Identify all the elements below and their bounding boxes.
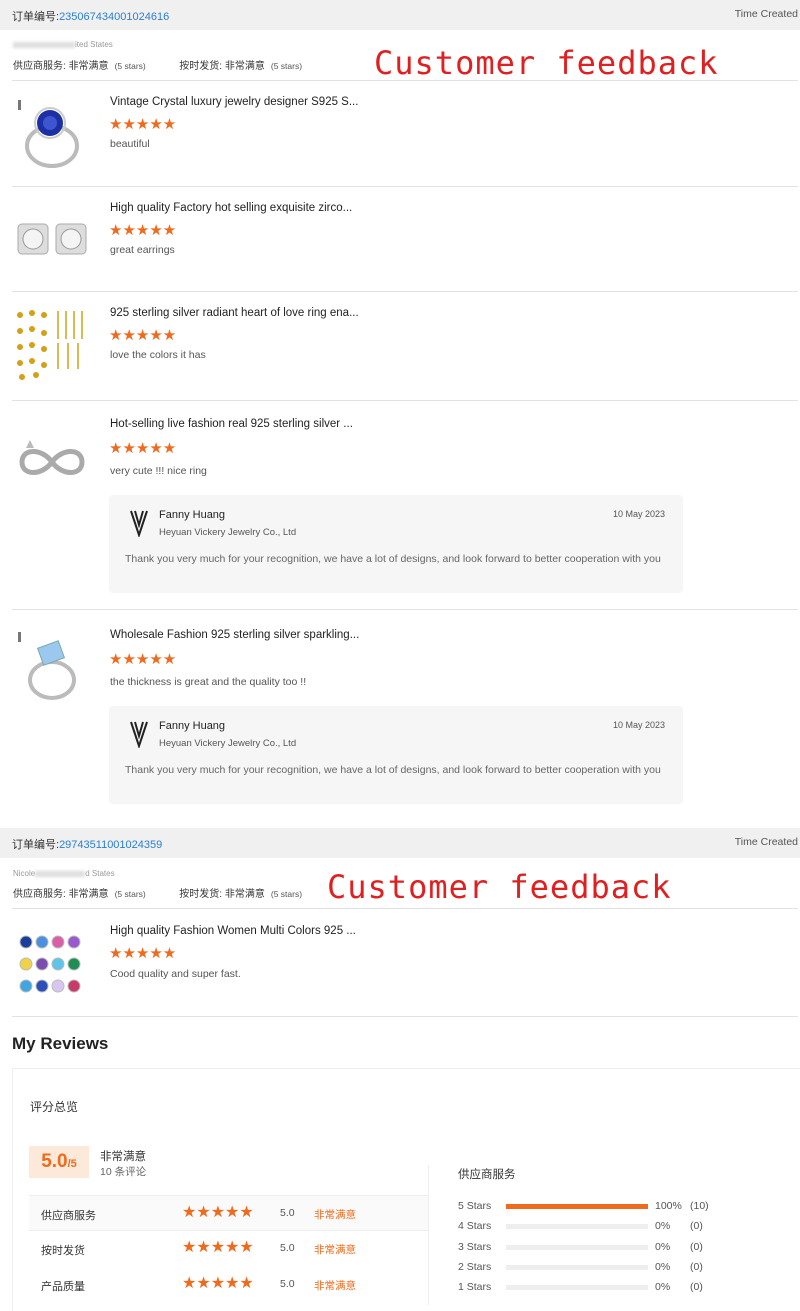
product-title[interactable]: 925 sterling silver radiant heart of lov… bbox=[110, 307, 359, 319]
divider bbox=[12, 400, 798, 401]
product-image-earrings[interactable] bbox=[12, 200, 92, 280]
distribution-label: 5 Stars bbox=[458, 1200, 492, 1212]
distribution-bar bbox=[506, 1265, 648, 1270]
product-title[interactable]: High quality Factory hot selling exquisi… bbox=[110, 202, 352, 214]
order-header: 订单编号:29743511001024359 Time Created bbox=[0, 828, 800, 858]
distribution-label: 2 Stars bbox=[458, 1261, 492, 1273]
product-title[interactable]: Vintage Crystal luxury jewelry designer … bbox=[110, 96, 358, 108]
time-created-label: Time Created bbox=[734, 8, 798, 20]
order-number-label: 订单编号:29743511001024359 bbox=[12, 839, 163, 851]
distribution-title: 供应商服务 bbox=[458, 1169, 516, 1181]
distribution-row: 3 Stars 0% (0) bbox=[458, 1241, 758, 1255]
star-rating: ★★★★★ bbox=[109, 222, 177, 239]
product-title[interactable]: High quality Fashion Women Multi Colors … bbox=[110, 925, 356, 937]
distribution-percent: 100% bbox=[655, 1200, 682, 1212]
rating-overview-title: 评分总览 bbox=[30, 1100, 79, 1114]
order-ratings: 供应商服务: 非常满意 (5 stars) 按时发货: 非常满意 (5 stars) bbox=[13, 889, 303, 900]
overall-score-badge: 5.0/5 bbox=[29, 1146, 89, 1178]
order-header: 订单编号:235067434001024616 Time Created bbox=[0, 0, 800, 30]
star-rating: ★★★★★ bbox=[182, 1204, 254, 1221]
distribution-label: 1 Stars bbox=[458, 1281, 492, 1293]
distribution-bar bbox=[506, 1285, 648, 1290]
customer-feedback-annotation: Customer feedback bbox=[327, 868, 672, 906]
divider bbox=[12, 80, 798, 81]
buyer-info: Nicole d States bbox=[13, 869, 115, 878]
divider bbox=[428, 1165, 429, 1305]
seller-reply: Fanny Huang Heyuan Vickery Jewelry Co., … bbox=[109, 495, 683, 593]
seller-reply: Fanny Huang Heyuan Vickery Jewelry Co., … bbox=[109, 706, 683, 804]
order-number-link[interactable]: 235067434001024616 bbox=[59, 11, 169, 23]
star-rating: ★★★★★ bbox=[182, 1239, 254, 1256]
product-image-heart-earrings[interactable] bbox=[12, 303, 92, 383]
star-rating: ★★★★★ bbox=[109, 945, 177, 962]
feedback-text: very cute !!! nice ring bbox=[110, 465, 207, 477]
product-title[interactable]: Hot-selling live fashion real 925 sterli… bbox=[110, 418, 353, 430]
distribution-label: 4 Stars bbox=[458, 1220, 492, 1232]
order-ratings: 供应商服务: 非常满意 (5 stars) 按时发货: 非常满意 (5 stars) bbox=[13, 61, 303, 72]
my-reviews-title: My Reviews bbox=[12, 1034, 109, 1053]
star-rating: ★★★★★ bbox=[109, 327, 177, 344]
distribution-percent: 0% bbox=[655, 1281, 671, 1293]
feedback-text: beautiful bbox=[110, 138, 150, 150]
distribution-row: 5 Stars 100% (10) bbox=[458, 1200, 758, 1214]
distribution-count: (10) bbox=[690, 1200, 709, 1212]
distribution-bar bbox=[506, 1224, 648, 1229]
divider bbox=[12, 186, 798, 187]
product-title[interactable]: Wholesale Fashion 925 sterling silver sp… bbox=[110, 629, 359, 641]
star-rating: ★★★★★ bbox=[109, 440, 177, 457]
divider bbox=[12, 908, 798, 909]
feedback-text: great earrings bbox=[110, 244, 175, 256]
feedback-text: love the colors it has bbox=[110, 349, 206, 361]
product-image-aquamarine-ring[interactable] bbox=[12, 628, 92, 708]
distribution-bar bbox=[506, 1245, 648, 1250]
overall-satisfaction: 非常满意 bbox=[100, 1151, 146, 1163]
star-rating: ★★★★★ bbox=[182, 1275, 254, 1292]
divider bbox=[12, 291, 798, 292]
distribution-bar-fill bbox=[506, 1204, 648, 1209]
reply-date: 10 May 2023 bbox=[612, 509, 665, 519]
reply-company: Heyuan Vickery Jewelry Co., Ltd bbox=[159, 738, 297, 749]
order-number-label: 订单编号:235067434001024616 bbox=[12, 11, 170, 23]
distribution-percent: 0% bbox=[655, 1220, 671, 1232]
rating-row-supplier-service: 供应商服务 ★★★★★ 5.0 非常满意 bbox=[29, 1195, 429, 1231]
feedback-text: the thickness is great and the quality t… bbox=[110, 676, 307, 688]
product-image-cat-ring[interactable] bbox=[12, 418, 92, 498]
reply-text: Thank you very much for your recognition… bbox=[125, 553, 661, 565]
rating-row-product-quality: 产品质量 ★★★★★ 5.0 非常满意 bbox=[41, 1275, 356, 1294]
distribution-count: (0) bbox=[690, 1261, 703, 1273]
reply-author: Fanny Huang bbox=[159, 509, 226, 521]
star-rating: ★★★★★ bbox=[109, 651, 177, 668]
customer-feedback-annotation: Customer feedback bbox=[374, 44, 719, 82]
rating-row-on-time-delivery: 按时发货 ★★★★★ 5.0 非常满意 bbox=[41, 1239, 356, 1258]
reply-company: Heyuan Vickery Jewelry Co., Ltd bbox=[159, 527, 297, 538]
star-rating: ★★★★★ bbox=[109, 116, 177, 133]
distribution-count: (0) bbox=[690, 1220, 703, 1232]
distribution-row: 1 Stars 0% (0) bbox=[458, 1281, 758, 1295]
divider bbox=[12, 1016, 798, 1017]
reply-text: Thank you very much for your recognition… bbox=[125, 764, 661, 776]
distribution-percent: 0% bbox=[655, 1261, 671, 1273]
reply-date: 10 May 2023 bbox=[612, 720, 665, 730]
reply-author: Fanny Huang bbox=[159, 720, 226, 732]
distribution-count: (0) bbox=[690, 1281, 703, 1293]
order-number-link[interactable]: 29743511001024359 bbox=[59, 839, 162, 851]
distribution-row: 4 Stars 0% (0) bbox=[458, 1220, 758, 1234]
divider bbox=[12, 609, 798, 610]
review-count: 10 条评论 bbox=[100, 1166, 147, 1178]
seller-logo-icon bbox=[130, 721, 148, 748]
time-created-label: Time Created bbox=[734, 836, 798, 848]
distribution-bar bbox=[506, 1204, 648, 1209]
seller-logo-icon bbox=[130, 510, 148, 537]
distribution-percent: 0% bbox=[655, 1241, 671, 1253]
distribution-label: 3 Stars bbox=[458, 1241, 492, 1253]
distribution-count: (0) bbox=[690, 1241, 703, 1253]
buyer-info: ited States bbox=[13, 40, 113, 49]
distribution-row: 2 Stars 0% (0) bbox=[458, 1261, 758, 1275]
feedback-text: Cood quality and super fast. bbox=[110, 968, 241, 980]
product-image-multicolor-earrings[interactable] bbox=[12, 928, 92, 1008]
product-image-sapphire-ring[interactable] bbox=[12, 96, 92, 176]
